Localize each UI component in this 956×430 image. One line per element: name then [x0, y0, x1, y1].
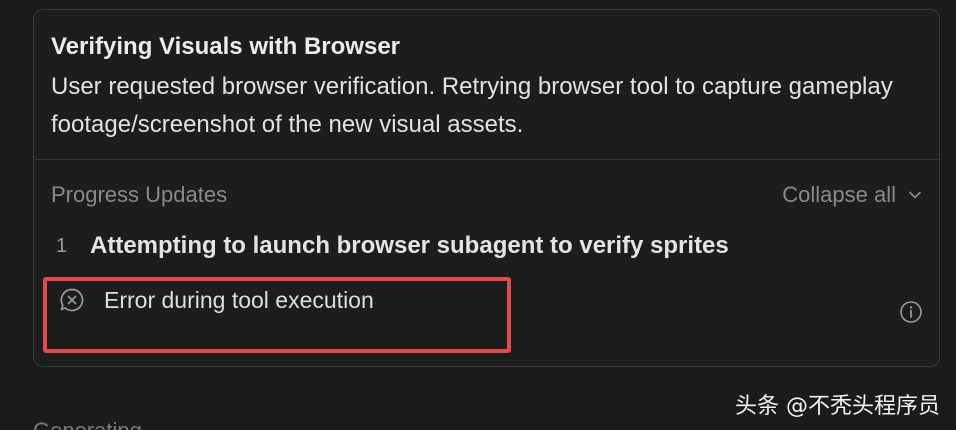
progress-updates-header: Progress Updates Collapse all — [51, 180, 922, 210]
agent-panel: Verifying Visuals with Browser User requ… — [0, 0, 956, 430]
step-number: 1 — [56, 234, 68, 257]
collapse-all-button[interactable]: Collapse all — [782, 182, 922, 208]
generating-status: Generating — [33, 418, 142, 430]
step-text: Attempting to launch browser subagent to… — [90, 232, 729, 259]
progress-step: 1 Attempting to launch browser subagent … — [56, 232, 729, 260]
info-icon[interactable] — [899, 300, 923, 324]
task-description: User requested browser verification. Ret… — [51, 73, 893, 138]
collapse-all-label: Collapse all — [782, 182, 896, 207]
watermark: 头条 @不秃头程序员 — [735, 394, 940, 419]
task-title: Verifying Visuals with Browser — [51, 33, 401, 60]
highlight-box — [43, 277, 511, 353]
task-header: Verifying Visuals with Browser User requ… — [34, 10, 939, 160]
chevron-down-icon — [909, 191, 921, 199]
progress-updates-label: Progress Updates — [51, 182, 228, 207]
